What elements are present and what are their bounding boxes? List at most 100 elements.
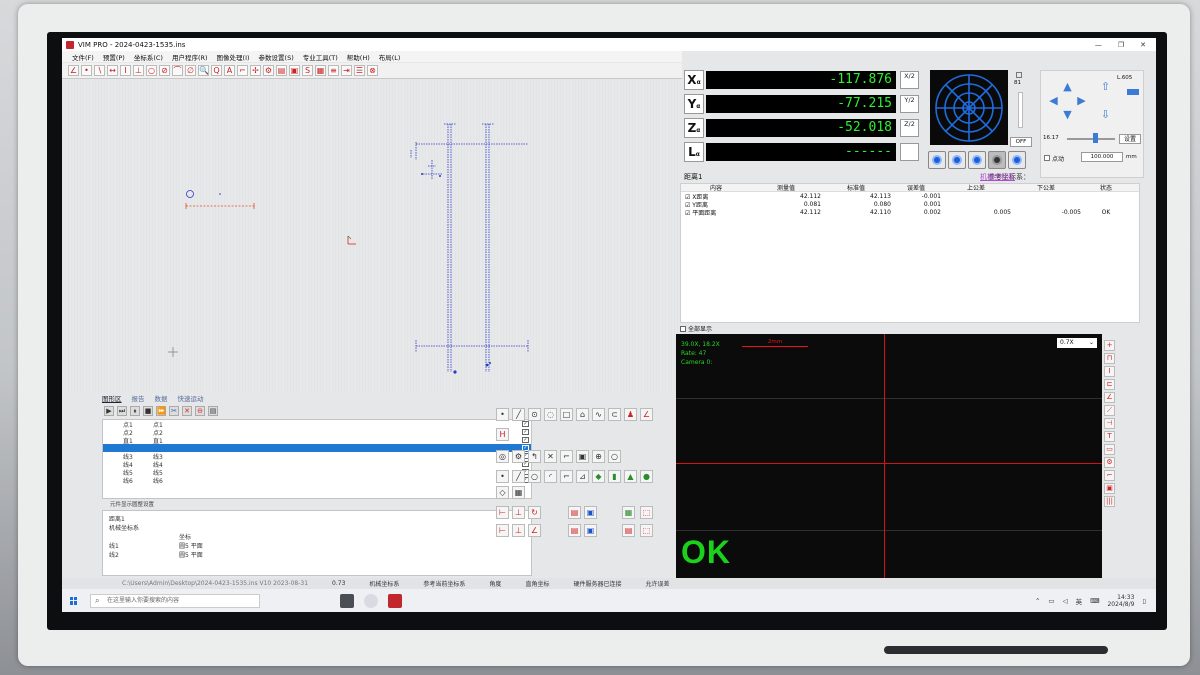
origin-icon[interactable]: ⊢ xyxy=(496,506,509,519)
cone-icon[interactable]: ▲ xyxy=(624,470,637,483)
menu-tools[interactable]: 专业工具(T) xyxy=(303,52,338,62)
curve-icon[interactable]: ∿ xyxy=(592,408,605,421)
menu-user-program[interactable]: 用户程序(R) xyxy=(172,52,208,62)
auto-point-icon[interactable]: • xyxy=(496,470,509,483)
half-y-button[interactable]: Y/2 xyxy=(900,95,919,113)
export2-icon[interactable]: ⬚ xyxy=(640,524,653,537)
edge-icon[interactable]: ⌐ xyxy=(1104,470,1115,481)
table-icon[interactable]: ▦ xyxy=(315,65,326,76)
menu-parameters[interactable]: 参数设置(S) xyxy=(259,52,294,62)
clock[interactable]: 14:33 2024/8/9 xyxy=(1107,594,1134,608)
extend-icon[interactable]: ↰ xyxy=(528,450,541,463)
palette-icon[interactable]: ▤ xyxy=(276,65,287,76)
task-view-icon[interactable] xyxy=(340,593,354,608)
minimize-icon[interactable]: — xyxy=(1095,41,1102,49)
windows-start-icon[interactable] xyxy=(70,596,78,605)
half-l-button[interactable] xyxy=(900,143,919,161)
show-all-toggle[interactable]: 全部显示 xyxy=(680,324,760,333)
point-icon[interactable]: • xyxy=(496,408,509,421)
zoom-select[interactable]: 0.7X ⌄ xyxy=(1057,338,1097,348)
export-icon[interactable]: ⇥ xyxy=(341,65,352,76)
bracket-icon[interactable]: ⌐ xyxy=(560,450,573,463)
report-export-icon[interactable]: ▤ xyxy=(568,506,581,519)
ruler-icon[interactable]: ☰ xyxy=(354,65,365,76)
auto-rect-icon[interactable]: ⌐ xyxy=(560,470,573,483)
settings-icon[interactable]: ⚙ xyxy=(263,65,274,76)
pause-icon[interactable]: ⏸ xyxy=(130,406,140,416)
auto-edge-icon[interactable]: ⊿ xyxy=(576,470,589,483)
list-item[interactable]: 线6 线6 ✓ xyxy=(103,476,531,485)
stop-icon[interactable]: ■ xyxy=(143,406,153,416)
diameter-icon[interactable]: ∅ xyxy=(185,65,196,76)
menu-file[interactable]: 文件(F) xyxy=(72,52,94,62)
user-icon[interactable]: ♟ xyxy=(624,408,637,421)
text-icon[interactable]: A xyxy=(224,65,235,76)
move-down-icon[interactable]: ▼ xyxy=(1061,109,1074,122)
maximize-icon[interactable]: ❐ xyxy=(1118,41,1124,49)
plane-icon[interactable]: ◆ xyxy=(592,470,605,483)
open-icon[interactable]: ▣ xyxy=(584,524,597,537)
list-item[interactable]: 直1 直1 ✓ xyxy=(103,436,531,445)
color-icon[interactable]: ▦ xyxy=(622,506,635,519)
origin2-icon[interactable]: ⊢ xyxy=(496,524,509,537)
menu-layout[interactable]: 布局(L) xyxy=(379,52,401,62)
notification-icon[interactable]: ▯ xyxy=(1142,597,1146,605)
half-z-button[interactable]: Z/2 xyxy=(900,119,919,137)
axis-label-l[interactable]: Lα xyxy=(684,142,704,162)
tab-report[interactable]: 报告 xyxy=(132,393,145,403)
ime-indicator[interactable]: 英 xyxy=(1076,596,1083,606)
step-slider-thumb[interactable] xyxy=(1093,133,1098,143)
height-icon[interactable]: H xyxy=(496,428,509,441)
speed-slider-thumb[interactable] xyxy=(1127,89,1139,95)
skip-icon[interactable]: ⏩ xyxy=(156,406,166,416)
rect-measure-icon[interactable]: ⊏ xyxy=(1104,379,1115,390)
angle-measure-icon[interactable]: ∠ xyxy=(1104,392,1115,403)
grid-icon[interactable]: ▦ xyxy=(512,486,525,499)
ref-coordinate-value[interactable]: 机械坐标系 xyxy=(980,172,1015,182)
forbid-icon[interactable]: ⊖ xyxy=(195,406,205,416)
image-icon[interactable]: ▣ xyxy=(576,450,589,463)
ring-icon[interactable]: ◎ xyxy=(496,450,509,463)
cylinder-icon[interactable]: ▮ xyxy=(608,470,621,483)
coaxial-light-icon[interactable] xyxy=(968,151,986,169)
zoom-in-icon[interactable]: 🔍 xyxy=(198,65,209,76)
rectangle-icon[interactable]: □ xyxy=(560,408,573,421)
ring-light-selector[interactable] xyxy=(930,70,1008,145)
z-down-icon[interactable]: ⇩ xyxy=(1099,109,1112,122)
arc-icon[interactable]: ◌ xyxy=(544,408,557,421)
scissors-icon[interactable]: ✂ xyxy=(169,406,179,416)
network-icon[interactable]: ▭ xyxy=(1048,597,1054,605)
light-off-button[interactable]: OFF xyxy=(1010,137,1032,147)
auto-line-icon[interactable]: ╱ xyxy=(512,470,525,483)
vim-pro-taskbar-icon[interactable] xyxy=(388,593,402,608)
barcode-icon[interactable]: ||| xyxy=(1104,496,1115,507)
volume-icon[interactable]: ◁ xyxy=(1063,597,1068,605)
line-icon[interactable]: ╱ xyxy=(512,408,525,421)
frame-tool-icon[interactable]: ▭ xyxy=(1104,444,1115,455)
ring-light-mode-icon[interactable] xyxy=(988,151,1006,169)
angle-tool-icon[interactable]: ∠ xyxy=(68,65,79,76)
step-slider[interactable] xyxy=(1067,138,1115,140)
taskbar-search[interactable]: 在这里输入你要搜索的内容 xyxy=(90,593,260,608)
tab-quick-move[interactable]: 快速运动 xyxy=(178,393,204,403)
browser-icon[interactable] xyxy=(364,593,378,608)
angle2-icon[interactable]: ∠ xyxy=(528,524,541,537)
circle-fit-icon[interactable]: ○ xyxy=(608,450,621,463)
camera-view[interactable]: 39.0X, 18.2X Rate: 47 Camera 0: 2mm 0.7X… xyxy=(676,334,1102,578)
menu-help[interactable]: 帮助(H) xyxy=(347,52,370,62)
gear-outline-icon[interactable]: ⚙ xyxy=(512,450,525,463)
cross-icon[interactable]: + xyxy=(1104,340,1115,351)
point-tool-icon[interactable]: • xyxy=(81,65,92,76)
axis-label-x[interactable]: Xα xyxy=(684,70,704,90)
clear-icon[interactable]: ⊗ xyxy=(367,65,378,76)
auto-arc-icon[interactable]: ◜ xyxy=(544,470,557,483)
menu-preset[interactable]: 预置(P) xyxy=(103,52,125,62)
perpendicular-icon[interactable]: ⊥ xyxy=(133,65,144,76)
vertical-distance-icon[interactable]: I xyxy=(120,65,131,76)
tolerance-icon[interactable]: ≡ xyxy=(328,65,339,76)
align-icon[interactable]: ⊥ xyxy=(512,506,525,519)
all-light-icon[interactable] xyxy=(1008,151,1026,169)
light-checkbox[interactable] xyxy=(1016,72,1022,78)
camera-icon[interactable]: ▣ xyxy=(289,65,300,76)
menu-coordinate[interactable]: 坐标系(C) xyxy=(134,52,163,62)
